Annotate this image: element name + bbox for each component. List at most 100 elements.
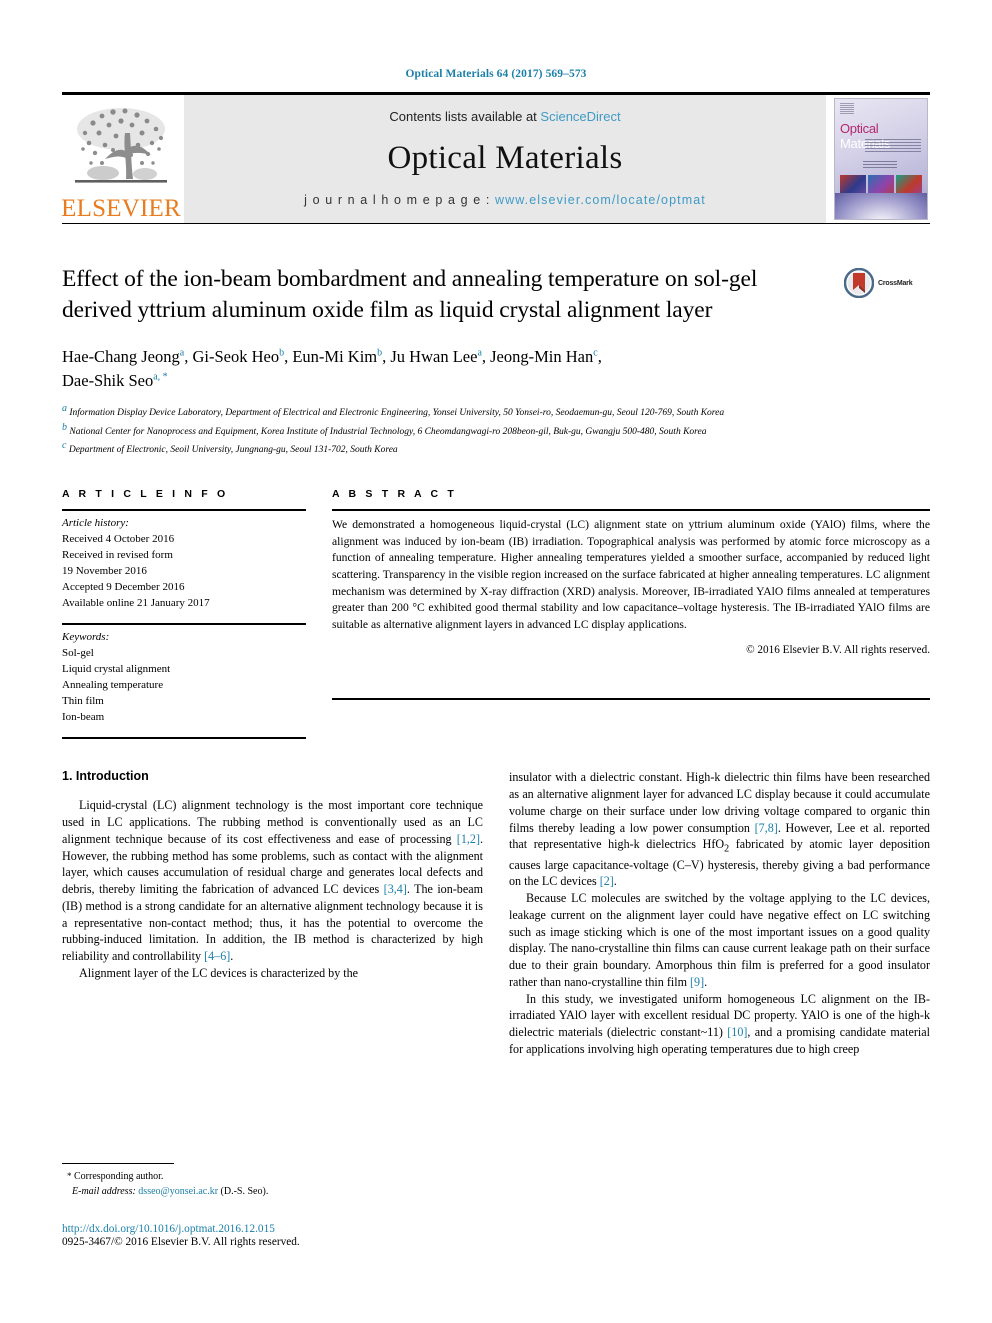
affiliation-text: Information Display Device Laboratory, D…	[69, 408, 725, 419]
journal-homepage-line: j o u r n a l h o m e p a g e : www.else…	[304, 193, 706, 207]
cover-image: Optical Materials	[834, 98, 928, 220]
article-info-heading: A R T I C L E I N F O	[62, 487, 229, 500]
crossmark-icon	[844, 268, 874, 298]
keyword-item: Annealing temperature	[62, 679, 164, 692]
history-item: Received 4 October 2016	[62, 532, 175, 545]
affiliation-item: b National Center for Nanoprocess and Eq…	[62, 421, 930, 440]
body-paragraph-text: Liquid-crystal (LC) alignment technology…	[62, 798, 483, 964]
citation-ref[interactable]: [4–6]	[204, 949, 230, 963]
author-line-2: Dae-Shik Seoa, *	[62, 371, 168, 390]
body-paragraph-text: In this study, we investigated uniform h…	[509, 991, 931, 1056]
crossmark-badge[interactable]: CrossMark	[844, 264, 930, 298]
corresponding-author-note: * Corresponding author.	[62, 1170, 499, 1185]
email-suffix: (D.-S. Seo).	[220, 1185, 269, 1197]
body-paragraph-text: Alignment layer of the LC devices is cha…	[79, 965, 359, 980]
cover-subtitle-lines	[865, 139, 921, 153]
contents-available-line: Contents lists available at ScienceDirec…	[389, 109, 620, 124]
footnote-rule	[62, 1163, 174, 1164]
author-affil-mark-corresponding: a, *	[153, 371, 168, 383]
body-paragraph-text: Because LC molecules are switched by the…	[509, 891, 930, 989]
doi-area: http://dx.doi.org/10.1016/j.optmat.2016.…	[62, 1223, 499, 1248]
author-name-corresponding: Dae-Shik Seo	[62, 371, 154, 391]
body-columns: 1. Introduction Liquid-crystal (LC) alig…	[62, 769, 930, 1057]
sciencedirect-link[interactable]: ScienceDirect	[540, 109, 620, 124]
elsevier-tree-icon	[75, 108, 167, 183]
journal-cover-thumbnail: Optical Materials	[832, 95, 930, 223]
history-item: Accepted 9 December 2016	[62, 581, 185, 594]
corresponding-label: Corresponding author.	[74, 1171, 164, 1182]
body-paragraph-text: insulator with a dielectric constant. Hi…	[509, 770, 930, 889]
info-abstract-region: A R T I C L E I N F O Article history: R…	[62, 488, 930, 740]
author-name: Eun-Mi Kim	[292, 347, 378, 367]
author-name: Jeong-Min Han	[490, 347, 594, 367]
cover-volume-code	[921, 104, 922, 108]
homepage-prefix: j o u r n a l h o m e p a g e :	[304, 193, 495, 207]
doi-link[interactable]: http://dx.doi.org/10.1016/j.optmat.2016.…	[62, 1223, 499, 1235]
cover-title-first: Optical	[840, 121, 879, 136]
elsevier-logo: ELSEVIER	[61, 95, 181, 223]
section-heading-introduction: 1. Introduction	[62, 769, 149, 784]
citation-ref[interactable]: [10]	[727, 1025, 747, 1039]
elsevier-wordmark: ELSEVIER	[61, 195, 181, 222]
email-label: E-mail address:	[72, 1185, 136, 1197]
cover-wave-graphic	[835, 193, 927, 219]
author-name: Ju Hwan Lee	[390, 347, 478, 367]
body-column-left: 1. Introduction Liquid-crystal (LC) alig…	[62, 769, 483, 1057]
article-history: Article history: Received 4 October 2016…	[62, 511, 306, 611]
body-paragraph: insulator with a dielectric constant. Hi…	[509, 769, 930, 890]
running-head: Optical Materials 64 (2017) 569–573	[405, 68, 587, 80]
body-column-right: insulator with a dielectric constant. Hi…	[509, 769, 930, 1057]
citation-ref[interactable]: [1,2]	[457, 832, 480, 846]
citation-ref[interactable]: [2]	[600, 874, 614, 888]
page-title: Effect of the ion-beam bombardment and a…	[62, 266, 758, 323]
corresponding-star: *	[67, 1171, 72, 1181]
affiliation-mark: a	[62, 402, 67, 414]
affiliation-text: Department of Electronic, Seoil Universi…	[68, 445, 398, 456]
journal-homepage-url[interactable]: www.elsevier.com/locate/optmat	[495, 193, 706, 207]
affiliation-item: a Information Display Device Laboratory,…	[62, 402, 930, 421]
keywords-label: Keywords:	[62, 631, 110, 644]
affiliation-text: National Center for Nanoprocess and Equi…	[69, 426, 707, 437]
article-info-bottom-rule	[62, 737, 306, 740]
abstract-column: A B S T R A C T We demonstrated a homoge…	[332, 488, 930, 740]
author-list: Hae-Chang Jeonga, Gi-Seok Heob, Eun-Mi K…	[62, 345, 930, 393]
article-history-label: Article history:	[62, 516, 129, 529]
affiliation-mark: c	[62, 440, 67, 452]
citation-ref[interactable]: [3,4]	[384, 882, 407, 896]
author-affil-mark: b	[377, 347, 383, 359]
affiliation-list: a Information Display Device Laboratory,…	[62, 402, 930, 458]
email-link[interactable]: dsseo@yonsei.ac.kr	[138, 1186, 218, 1197]
masthead-bottom-rule	[62, 223, 930, 224]
keyword-item: Ion-beam	[62, 711, 105, 724]
citation-ref[interactable]: [7,8]	[755, 821, 778, 835]
journal-title: Optical Materials	[387, 140, 623, 176]
keyword-item: Thin film	[62, 695, 104, 708]
body-paragraph: Alignment layer of the LC devices is cha…	[62, 965, 483, 982]
contents-prefix: Contents lists available at	[389, 109, 541, 124]
abstract-bottom-rule	[332, 697, 930, 700]
keywords-block: Keywords: Sol-gel Liquid crystal alignme…	[62, 625, 306, 725]
issn-copyright-line: 0925-3467/© 2016 Elsevier B.V. All right…	[62, 1236, 300, 1248]
journal-masthead: ELSEVIER Contents lists available at Sci…	[61, 92, 930, 223]
abstract-text: We demonstrated a homogeneous liquid-cry…	[332, 517, 930, 631]
citation-ref[interactable]: [9]	[690, 975, 704, 989]
cover-elsevier-mark	[840, 103, 854, 115]
author-name: Gi-Seok Heo	[192, 347, 280, 367]
author-line-1: Hae-Chang Jeonga, Gi-Seok Heob, Eun-Mi K…	[62, 347, 602, 367]
body-paragraph: Liquid-crystal (LC) alignment technology…	[62, 797, 483, 964]
abstract-heading: A B S T R A C T	[332, 487, 457, 500]
author-affil-mark: c	[593, 347, 598, 359]
email-note: E-mail address: dsseo@yonsei.ac.kr (D.-S…	[62, 1185, 499, 1200]
abstract-copyright: © 2016 Elsevier B.V. All rights reserved…	[746, 643, 930, 656]
title-area: Effect of the ion-beam bombardment and a…	[62, 264, 930, 325]
body-paragraph: In this study, we investigated uniform h…	[509, 991, 930, 1058]
history-item: Received in revised form	[62, 548, 173, 561]
affiliation-item: c Department of Electronic, Seoil Univer…	[62, 439, 930, 458]
cover-editor-lines	[863, 161, 897, 168]
author-affil-mark: a	[477, 347, 482, 359]
footnote-area: * Corresponding author. E-mail address: …	[62, 1163, 499, 1248]
author-affil-mark: b	[279, 347, 285, 359]
article-info-column: A R T I C L E I N F O Article history: R…	[62, 488, 306, 740]
keyword-item: Liquid crystal alignment	[62, 663, 171, 676]
body-paragraph: Because LC molecules are switched by the…	[509, 890, 930, 990]
